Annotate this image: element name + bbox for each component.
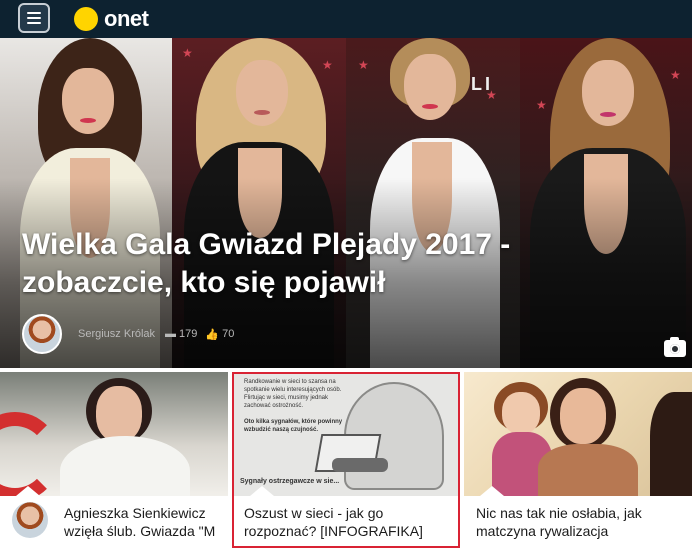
- infographic-subtitle: Sygnały ostrzegawcze w sie...: [240, 478, 340, 485]
- hero-gallery-article[interactable]: ★ ★ ★ ★ ★ ELI ★ ★ Wielka Gala Gwiazd Ple…: [0, 38, 692, 368]
- hamburger-icon-line: [27, 12, 41, 14]
- hamburger-icon-line: [27, 17, 41, 19]
- article-caption: Nic nas tak nie osłabia, jak matczyna ry…: [464, 486, 692, 548]
- hamburger-icon-line: [27, 22, 41, 24]
- article-caption: Oszust w sieci - jak go rozpoznać? [INFO…: [234, 486, 458, 546]
- article-card[interactable]: Nic nas tak nie osłabia, jak matczyna ry…: [464, 372, 692, 548]
- menu-button[interactable]: [18, 3, 50, 33]
- logo-text: onet: [104, 6, 149, 31]
- comment-icon: ▬: [165, 328, 177, 340]
- onet-logo[interactable]: onet: [74, 6, 149, 32]
- author-name[interactable]: Sergiusz Królak: [78, 328, 155, 340]
- infographic-thumbnail: Randkowanie w sieci to szansa na spotkan…: [234, 374, 458, 496]
- author-avatar[interactable]: [22, 314, 62, 354]
- article-card-highlighted[interactable]: Randkowanie w sieci to szansa na spotkan…: [232, 372, 460, 548]
- article-title[interactable]: Oszust w sieci - jak go rozpoznać? [INFO…: [244, 504, 454, 540]
- top-bar: onet: [0, 0, 692, 38]
- likes-count: 70: [222, 328, 235, 340]
- infographic-text: Randkowanie w sieci to szansa na spotkan…: [244, 379, 343, 433]
- comments-count: 179: [179, 328, 198, 340]
- article-title[interactable]: Nic nas tak nie osłabia, jak matczyna ry…: [476, 504, 686, 540]
- article-thumbnail: [0, 372, 228, 496]
- article-title[interactable]: Agnieszka Sienkiewicz wzięła ślub. Gwiaz…: [64, 504, 224, 540]
- yellow-dot-icon: [74, 7, 98, 31]
- camera-icon: [664, 337, 686, 357]
- thumbs-up-icon: 👍: [205, 328, 220, 341]
- author-avatar: [12, 502, 48, 538]
- hero-meta: Sergiusz Królak ▬ 179 👍 70: [22, 314, 242, 354]
- article-card[interactable]: Agnieszka Sienkiewicz wzięła ślub. Gwiaz…: [0, 372, 228, 548]
- hero-title[interactable]: Wielka Gala Gwiazd Plejady 2017 - zobacz…: [22, 226, 542, 302]
- article-thumbnail: [464, 372, 692, 496]
